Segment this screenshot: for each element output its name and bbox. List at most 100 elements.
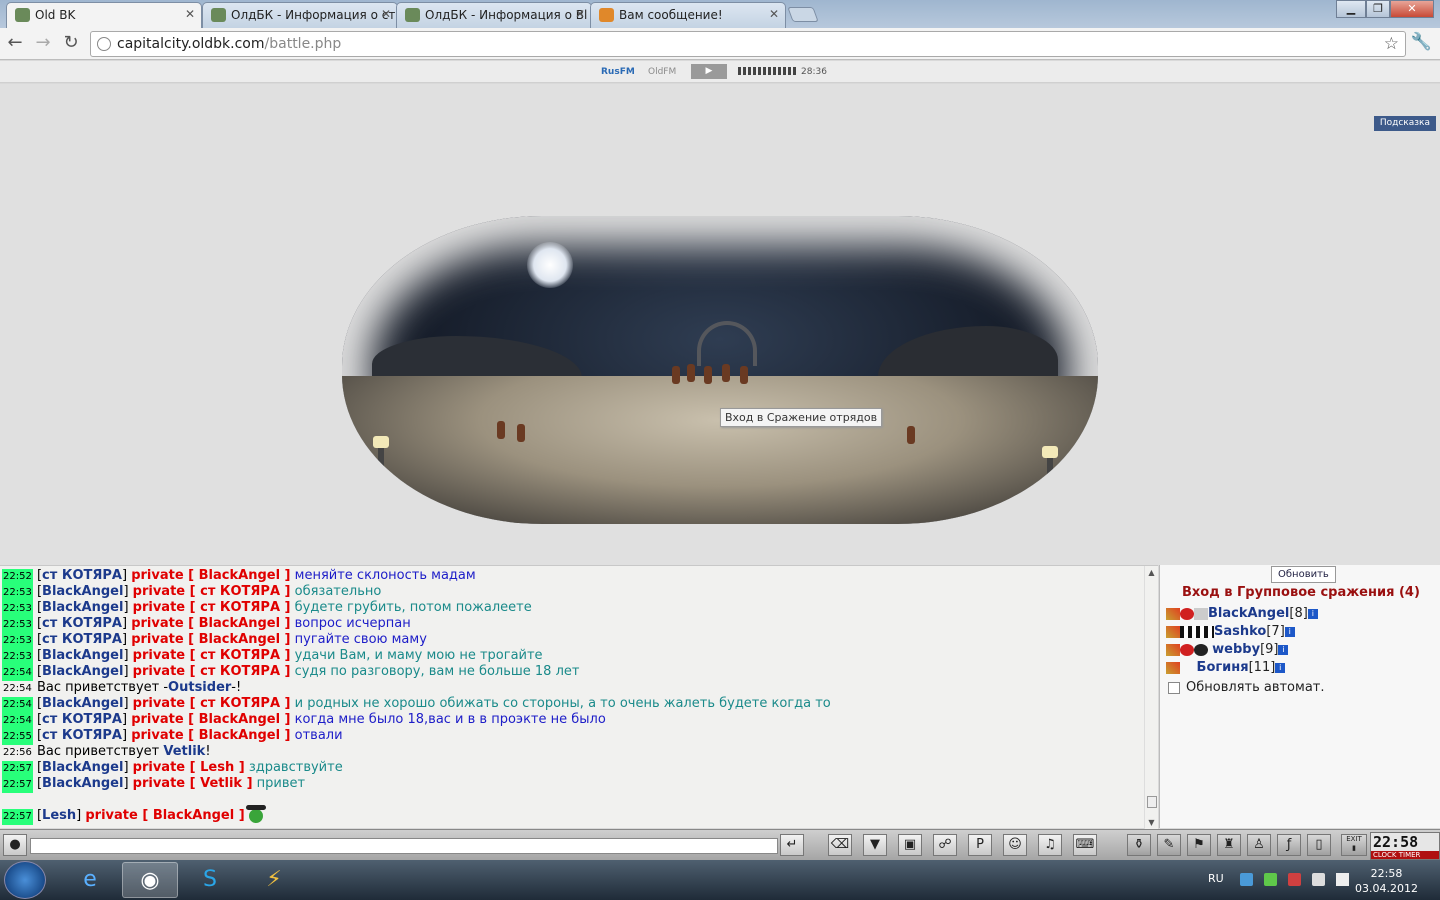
send-icon[interactable]: ↵ xyxy=(780,834,804,856)
site-favicon-icon xyxy=(15,8,30,22)
reload-icon[interactable]: ↻ xyxy=(60,33,82,55)
hint-button[interactable]: Подсказка xyxy=(1373,116,1436,131)
chat-line: 22:53 [ст КОТЯРА] private [ BlackAngel ]… xyxy=(2,632,427,649)
crossed-swords-icon[interactable] xyxy=(1166,661,1180,674)
wrench-menu-icon[interactable]: 🔧 xyxy=(1411,32,1432,52)
tab-info-2[interactable]: ОлдБК - Информация о Bl ✕ xyxy=(396,2,592,28)
tab-info-1[interactable]: ОлдБК - Информация о ст ✕ xyxy=(202,2,398,28)
battle-title[interactable]: Вход в Групповое сражения (4) xyxy=(1182,585,1420,600)
ie-taskbar-icon[interactable]: e xyxy=(62,862,118,898)
tray-app-icon[interactable] xyxy=(1240,873,1253,886)
translit-icon[interactable]: ⌨ xyxy=(1073,834,1097,856)
flag-icon[interactable]: ⚑ xyxy=(1187,834,1211,856)
private-log-icon[interactable]: P xyxy=(968,834,992,856)
game-bottom-bar: ● ↵ ⌫ ▼ ▣ ☍ P ☺ ♫ ⌨ ⚱ ✎ ⚑ ♜ ♙ ƒ ▯ EXIT ▮ … xyxy=(0,829,1440,860)
volume-icon[interactable] xyxy=(1336,873,1349,886)
site-favicon-icon xyxy=(211,8,226,22)
radio-player-bar: RusFM OldFM ▶ 28:36 xyxy=(0,61,1440,83)
fighter-figure xyxy=(517,424,525,442)
chat-line: 22:53 [BlackAngel] private [ ст КОТЯРА ]… xyxy=(2,600,532,617)
close-tab-icon[interactable]: ✕ xyxy=(185,7,195,21)
close-tab-icon[interactable]: ✕ xyxy=(381,7,391,21)
chrome-taskbar-icon[interactable]: ◉ xyxy=(122,862,178,898)
start-button[interactable] xyxy=(4,861,46,899)
browser-toolbar: ← → ↻ capitalcity.oldbk.com/battle.php ☆… xyxy=(0,28,1440,60)
eraser-icon[interactable]: ⌫ xyxy=(828,834,852,856)
info-icon[interactable]: i xyxy=(1278,644,1289,655)
filter-icon[interactable]: ▼ xyxy=(863,834,887,856)
volume-slider[interactable] xyxy=(738,67,796,75)
chat-log: 22:52 [ст КОТЯРА] private [ BlackAngel ]… xyxy=(2,568,1142,826)
rusfm-link[interactable]: RusFM xyxy=(601,67,635,77)
close-window-button[interactable]: ✕ xyxy=(1390,0,1434,18)
inventory-icon[interactable]: ⚱ xyxy=(1127,834,1151,856)
forum-icon[interactable]: ƒ xyxy=(1277,834,1301,856)
new-tab-button[interactable] xyxy=(787,7,819,22)
chat-line: 22:53 [BlackAngel] private [ ст КОТЯРА ]… xyxy=(2,648,543,665)
auto-refresh-checkbox[interactable] xyxy=(1168,681,1180,694)
chat-scrollbar[interactable]: ▲ ▼ xyxy=(1144,566,1158,829)
fighter-figure xyxy=(497,421,505,439)
scroll-down-icon[interactable]: ▼ xyxy=(1145,818,1158,827)
battle-player-row: BlackAngel[8] i xyxy=(1166,605,1318,623)
friends-icon[interactable]: ♙ xyxy=(1247,834,1271,856)
language-indicator[interactable]: RU xyxy=(1208,872,1224,885)
scroll-icon[interactable]: ✎ xyxy=(1157,834,1181,856)
battle-player-row: Богиня[11] i xyxy=(1166,659,1286,677)
forward-icon[interactable]: → xyxy=(32,33,54,55)
crossed-swords-icon[interactable] xyxy=(1166,625,1180,638)
smiley-icon[interactable]: ☺ xyxy=(1003,834,1027,856)
tab-old-bk[interactable]: Old BK ✕ xyxy=(6,2,202,28)
chat-head-icon[interactable]: ● xyxy=(3,834,27,856)
minimize-button[interactable]: ▁ xyxy=(1336,0,1366,18)
info-icon[interactable]: i xyxy=(1275,662,1286,673)
crossed-swords-icon[interactable] xyxy=(1166,643,1180,656)
chat-line: 22:57 [BlackAngel] private [ Lesh ] здра… xyxy=(2,760,343,777)
system-tray: RU 22:58 03.04.2012 xyxy=(1190,860,1440,900)
winamp-taskbar-icon[interactable]: ⚡ xyxy=(246,862,302,898)
chat-line-last: 22:57 [Lesh] private [ BlackAngel ] xyxy=(2,804,1142,826)
crossed-swords-icon[interactable] xyxy=(1166,607,1180,620)
bookmark-star-icon[interactable]: ☆ xyxy=(1384,32,1399,56)
chat-panel: 22:52 [ст КОТЯРА] private [ BlackAngel ]… xyxy=(0,565,1158,829)
align-icon xyxy=(1194,607,1208,620)
sound-icon[interactable]: ♫ xyxy=(1038,834,1062,856)
auto-refresh-row: Обновлять автомат. xyxy=(1168,680,1325,695)
oldfm-link[interactable]: OldFM xyxy=(648,67,676,77)
exit-button[interactable]: EXIT ▮ xyxy=(1341,834,1367,856)
clan-checker-icon xyxy=(1180,625,1214,638)
info-icon[interactable]: i xyxy=(1307,608,1318,619)
site-favicon-icon xyxy=(405,8,420,22)
info-icon[interactable]: i xyxy=(1284,626,1295,637)
close-tab-icon[interactable]: ✕ xyxy=(575,7,585,21)
tray-clock[interactable]: 22:58 03.04.2012 xyxy=(1355,866,1418,896)
clan-badge-icon xyxy=(1180,643,1194,656)
door-icon[interactable]: ▯ xyxy=(1307,834,1331,856)
skype-taskbar-icon[interactable]: S xyxy=(182,862,238,898)
tray-flag-icon[interactable] xyxy=(1288,873,1301,886)
scroll-up-icon[interactable]: ▲ xyxy=(1145,568,1158,577)
maximize-button[interactable]: ❐ xyxy=(1366,0,1390,18)
back-icon[interactable]: ← xyxy=(4,33,26,55)
play-button[interactable]: ▶ xyxy=(691,64,727,79)
scroll-thumb[interactable] xyxy=(1147,796,1157,808)
chat-system-line: 22:54 Вас приветствует -Outsider-! xyxy=(3,680,242,695)
address-bar[interactable]: capitalcity.oldbk.com/battle.php ☆ xyxy=(90,31,1406,57)
battle-player-row: Sashko[7] i xyxy=(1166,623,1295,641)
tab-message[interactable]: Вам сообщение! ✕ xyxy=(590,2,786,28)
network-icon[interactable] xyxy=(1312,873,1325,886)
chat-input[interactable] xyxy=(30,838,778,854)
tray-check-icon[interactable] xyxy=(1264,873,1277,886)
fighter-figure xyxy=(722,364,730,382)
refresh-button[interactable]: Обновить xyxy=(1271,566,1336,583)
battle-player-row: webby[9] i xyxy=(1166,641,1289,659)
clan-icon[interactable]: ♜ xyxy=(1217,834,1241,856)
walk-icon[interactable]: ☍ xyxy=(933,834,957,856)
arena-gate-graphic[interactable] xyxy=(697,321,757,366)
close-tab-icon[interactable]: ✕ xyxy=(769,7,779,21)
chat-line: 22:54 [BlackAngel] private [ ст КОТЯРА ]… xyxy=(2,664,580,681)
fighter-figure xyxy=(740,366,748,384)
street-lamp-graphic xyxy=(373,436,389,486)
save-icon[interactable]: ▣ xyxy=(898,834,922,856)
arena-image[interactable] xyxy=(342,216,1098,524)
